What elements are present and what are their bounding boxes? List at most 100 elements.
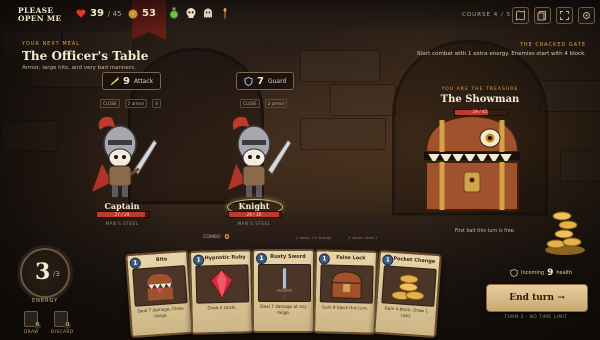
coins-icon <box>381 265 437 307</box>
tag-range: CLOSE <box>240 99 260 108</box>
torch-icon[interactable] <box>219 7 231 19</box>
draw-pile-button[interactable]: 6 <box>24 311 41 329</box>
hp-value: 39 <box>90 8 104 19</box>
skull-icon[interactable] <box>185 7 197 19</box>
combo-value: 0 <box>224 233 230 241</box>
hand-card[interactable]: 1 Rusty Sword Deal 7 damage at any range… <box>252 249 315 333</box>
deck-icon <box>537 11 546 21</box>
map-icon <box>516 10 525 21</box>
enemy-intent-knight[interactable]: 7 Guard <box>236 72 295 90</box>
boss-passive-note: First bait this turn is free. <box>454 229 516 234</box>
incoming-unit: health <box>556 270 573 276</box>
enemy-tags-knight: CLOSE 2 armor <box>240 99 288 108</box>
intent-value: 9 <box>123 75 130 87</box>
game-logo: PLEASE OPEN ME <box>18 7 61 23</box>
settings-button[interactable] <box>578 7 595 24</box>
enemy-tags-captain: CLOSE 2 armor 4 <box>100 99 161 108</box>
card-description: Gain 8 block this turn. <box>321 304 369 311</box>
player-health: 39 / 45 <box>76 8 121 19</box>
sword-icon <box>110 76 119 85</box>
coin-pile-icon <box>545 211 585 255</box>
enemy-status-captain: MAN'S STEEL <box>105 221 139 226</box>
end-turn-button[interactable]: End turn → <box>486 284 588 312</box>
player-gold: 53 <box>128 8 156 19</box>
relic-bar <box>168 7 231 19</box>
card-description: Gain 4 block. Draw 1 card. <box>384 305 429 318</box>
intent-label: Guard <box>267 77 287 85</box>
modifier-text-1: Start combat with 1 extra energy. Enemie… <box>416 51 586 57</box>
energy-value: 3 <box>35 259 51 285</box>
discard-label: DISCARD <box>51 329 74 334</box>
card-name: False Lock <box>336 254 366 262</box>
hand-card[interactable]: 1 Pocket Change Gain 4 block. Draw 1 car… <box>373 249 442 339</box>
energy-orb: 3 /3 <box>20 248 70 298</box>
enemy-hp-text-knight: 29 / 30 <box>246 212 262 217</box>
tag-armor: 2 armor <box>124 99 148 108</box>
tag-armor: 2 armor <box>264 99 288 108</box>
chest-icon <box>319 264 374 304</box>
modifier-title: THE CRACKED GATE <box>519 42 586 48</box>
combo-counter: COMBO 0 <box>203 233 229 241</box>
hp-max: / 45 <box>107 9 122 18</box>
course-progress: COURSE 4 / 5 <box>462 12 512 18</box>
draw-label: DRAW <box>24 329 39 334</box>
mimic-icon <box>132 265 188 307</box>
modifier-description: Start combat with 1 extra energy. Enemie… <box>417 51 586 57</box>
boss-name: The Showman <box>440 94 520 105</box>
shield-icon <box>510 269 518 277</box>
enemy-hp-text-captain: 27 / 29 <box>114 212 130 217</box>
coin-icon <box>128 8 138 19</box>
tag-range: CLOSE <box>100 99 120 108</box>
card-name: Pocket Change <box>393 255 436 265</box>
mimic-chest-sprite[interactable] <box>412 112 532 224</box>
card-name: Rusty Sword <box>270 254 306 260</box>
deck-button[interactable] <box>534 7 551 24</box>
energy-max: /3 <box>53 270 60 278</box>
card-description: Draw 2 cards. <box>207 304 237 311</box>
intent-label: Attack <box>133 77 154 85</box>
turn-note: TURN 2 · NO TIME LIMIT <box>504 315 568 320</box>
incoming-label: Incoming <box>521 270 545 276</box>
energy-label: ENERGY <box>32 298 59 304</box>
draw-count: 6 <box>34 322 41 329</box>
hand-card[interactable]: 1 Bite Deal 7 damage. Close range. <box>125 249 194 339</box>
fullscreen-icon <box>560 11 569 20</box>
card-description: Deal 7 damage at any range. <box>260 304 307 315</box>
encounter-subtitle: Armor, large hits, and very bad manners. <box>22 65 136 71</box>
combo-label: COMBO <box>203 234 221 240</box>
enemy-status-knight: MAN'S STEEL <box>237 221 271 226</box>
map-button[interactable] <box>512 7 529 24</box>
gold-value: 53 <box>142 8 156 19</box>
ghost-icon[interactable] <box>202 7 214 19</box>
enemy-name-knight: Knight <box>238 201 270 211</box>
encounter-title: The Officer's Table <box>22 49 149 63</box>
ruby-icon <box>195 264 250 304</box>
incoming-value: 9 <box>547 268 554 278</box>
combo-info-2: 3 cards: draw 1 <box>348 235 378 240</box>
tag-bonus: 4 <box>152 99 161 108</box>
hand-card[interactable]: 1 False Lock Gain 8 block this turn. <box>312 249 379 335</box>
hand-card[interactable]: 1 Hypnotic Ruby Draw 2 cards. <box>188 249 255 335</box>
top-bar: PLEASE OPEN ME 39 / 45 53 COURSE 4 / 5 <box>0 0 600 30</box>
enemy-intent-captain[interactable]: 9 Attack <box>102 72 162 90</box>
enemy-name-captain: Captain <box>104 201 140 211</box>
boss-kicker: YOU ARE THE TREASURE <box>441 87 519 92</box>
logo-line-2: OPEN ME <box>18 14 62 23</box>
knight-sprite[interactable] <box>216 112 296 202</box>
intent-value: 7 <box>257 75 264 87</box>
incoming-damage: Incoming 9 health <box>510 268 572 278</box>
card-description: Deal 7 damage. Close range. <box>137 305 184 318</box>
gear-icon <box>583 12 590 19</box>
discard-pile-button[interactable]: 0 <box>54 311 71 329</box>
combo-info-1: 1 cards: +1 energy <box>295 235 332 240</box>
encounter-kicker: YOUR NEXT MEAL <box>22 41 80 47</box>
captain-sprite[interactable] <box>82 112 162 202</box>
potion-icon[interactable] <box>168 7 180 19</box>
fullscreen-button[interactable] <box>556 7 573 24</box>
shield-icon <box>244 76 253 86</box>
discard-count: 0 <box>64 322 71 329</box>
card-name: Bite <box>155 256 168 264</box>
card-name: Hypnotic Ruby <box>204 254 246 262</box>
sword-icon <box>258 264 311 302</box>
heart-icon <box>76 9 86 18</box>
